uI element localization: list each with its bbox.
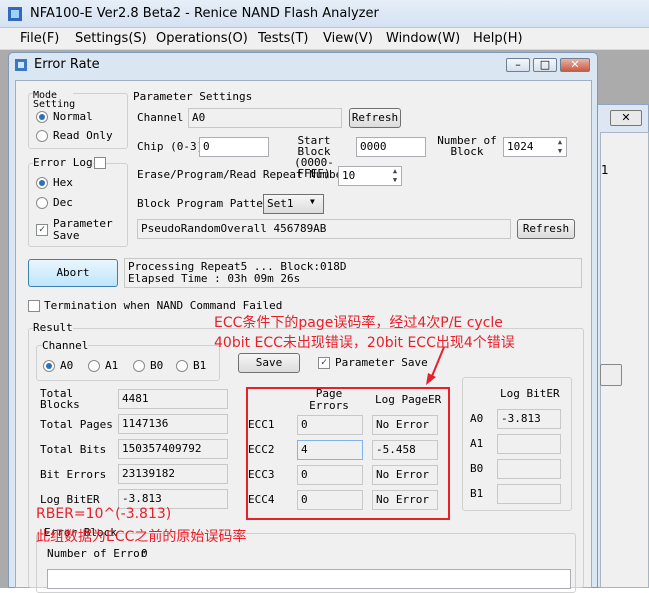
mode-normal-label: Normal <box>53 110 93 123</box>
termination-checkbox[interactable] <box>28 300 40 312</box>
menu-settings[interactable]: Settings(S) <box>75 31 147 46</box>
channel-b0-label: B0 <box>150 359 164 372</box>
biter-b1-field <box>497 484 561 504</box>
window-icon <box>15 59 27 71</box>
biter-a0-label: A0 <box>470 412 484 425</box>
background-window-text: 1 <box>601 163 609 177</box>
maximize-button[interactable]: □ <box>533 58 557 72</box>
total-blocks-label: Total Blocks <box>40 387 80 411</box>
status-elapsed-text: Elapsed Time : 03h 09m 26s <box>128 272 301 285</box>
menu-bar: File(F) Settings(S) Operations(O) Tests(… <box>0 28 649 50</box>
number-of-error-label: Number of Error <box>47 547 147 560</box>
annotation-bottom-line1: RBER=10^(-3.813) <box>36 506 172 522</box>
close-icon: ✕ <box>621 111 631 124</box>
hex-radio[interactable] <box>36 177 48 189</box>
app-title: NFA100-E Ver2.8 Beta2 - Renice NAND Flas… <box>30 6 379 21</box>
result-channel-label: Channel <box>42 339 89 352</box>
parameter-save-checkbox[interactable]: ✓ <box>36 224 48 236</box>
check-icon: ✓ <box>320 357 328 368</box>
channel-field[interactable]: A0 <box>188 108 342 128</box>
annotation-highlight-box <box>246 387 450 520</box>
chevron-down-icon: ▼ <box>310 197 315 206</box>
parameter-save-label: Parameter Save <box>53 217 113 242</box>
dec-label: Dec <box>53 196 73 209</box>
mode-normal-radio[interactable] <box>36 111 48 123</box>
bit-errors-label: Bit Errors <box>40 468 107 481</box>
close-button[interactable]: ✕ <box>560 58 590 72</box>
channel-a1-label: A1 <box>105 359 119 372</box>
error-log-label: Error Log <box>33 156 93 169</box>
chip-field[interactable]: 0 <box>199 137 269 157</box>
annotation-top-line2: 40bit ECC未出现错误，20bit ECC出现4个错误 <box>214 335 515 351</box>
check-icon: ✓ <box>38 224 46 235</box>
pattern-description-field: PseudoRandomOverall 456789AB <box>137 219 511 239</box>
mode-readonly-radio[interactable] <box>36 130 48 142</box>
biter-a1-field <box>497 434 561 454</box>
channel-a0-label: A0 <box>60 359 74 372</box>
channel-refresh-button[interactable]: Refresh <box>349 108 401 128</box>
channel-b1-radio[interactable] <box>176 360 188 372</box>
background-window-button[interactable] <box>600 364 622 386</box>
chip-label: Chip (0-3) <box>137 140 204 153</box>
dec-radio[interactable] <box>36 197 48 209</box>
minimize-icon: – <box>515 58 521 71</box>
parameter-settings-label: Parameter Settings <box>133 90 253 103</box>
pattern-refresh-button[interactable]: Refresh <box>517 219 575 239</box>
dialog-title: Error Rate <box>34 57 100 72</box>
menu-tests[interactable]: Tests(T) <box>258 31 308 46</box>
result-parameter-save-label: Parameter Save <box>335 356 428 369</box>
biter-a0-field: -3.813 <box>497 409 561 429</box>
background-window-content: 1 <box>600 132 649 588</box>
annotation-bottom-line2: 此组数据为ECC之前的原始误码率 <box>36 529 247 545</box>
channel-a1-radio[interactable] <box>88 360 100 372</box>
maximize-icon: □ <box>539 58 551 71</box>
menu-window[interactable]: Window(W) <box>386 31 460 46</box>
channel-b1-label: B1 <box>193 359 207 372</box>
total-bits-label: Total Bits <box>40 443 107 456</box>
error-block-list[interactable] <box>47 569 571 589</box>
biter-b0-label: B0 <box>470 462 484 475</box>
mode-group-label: Mode Setting <box>33 90 76 110</box>
bit-errors-field: 23139182 <box>118 464 228 484</box>
save-button[interactable]: Save <box>238 353 300 373</box>
repeat-number-spinner[interactable]: ▲ ▼ <box>389 167 401 185</box>
repeat-number-label: Erase/Program/Read Repeat Number <box>137 168 349 181</box>
result-label: Result <box>33 321 73 334</box>
biter-a1-label: A1 <box>470 437 484 450</box>
result-parameter-save-checkbox[interactable]: ✓ <box>318 357 330 369</box>
menu-operations[interactable]: Operations(O) <box>156 31 248 46</box>
abort-button[interactable]: Abort <box>28 259 118 287</box>
pattern-label: Block Program Pattern <box>137 197 277 210</box>
channel-a0-radio[interactable] <box>43 360 55 372</box>
background-window-close-button[interactable]: ✕ <box>610 110 642 126</box>
start-block-field[interactable]: 0000 <box>356 137 426 157</box>
status-box: Processing Repeat5 ... Block:018D Elapse… <box>124 258 582 288</box>
channel-b0-radio[interactable] <box>133 360 145 372</box>
menu-view[interactable]: View(V) <box>323 31 373 46</box>
hex-label: Hex <box>53 176 73 189</box>
annotation-top-line1: ECC条件下的page误码率，经过4次P/E cycle <box>214 315 503 331</box>
channel-biter-header: Log BitER <box>500 387 560 400</box>
termination-label: Termination when NAND Command Failed <box>44 299 283 312</box>
total-blocks-field: 4481 <box>118 389 228 409</box>
menu-file[interactable]: File(F) <box>20 31 59 46</box>
close-icon: ✕ <box>570 58 580 71</box>
total-pages-field: 1147136 <box>118 414 228 434</box>
number-of-block-spinner[interactable]: ▲ ▼ <box>554 138 566 156</box>
number-of-error-value: 0 <box>141 547 148 560</box>
log-biter-label: Log BitER <box>40 493 100 506</box>
minimize-button[interactable]: – <box>506 58 530 72</box>
app-icon <box>8 7 22 21</box>
biter-b1-label: B1 <box>470 487 484 500</box>
total-bits-field: 150357409792 <box>118 439 228 459</box>
menu-help[interactable]: Help(H) <box>473 31 523 46</box>
total-pages-label: Total Pages <box>40 418 113 431</box>
error-log-checkbox[interactable] <box>94 157 106 169</box>
mode-readonly-label: Read Only <box>53 129 113 142</box>
number-of-block-label: Number of Block <box>437 134 497 158</box>
channel-label: Channel <box>137 111 184 124</box>
biter-b0-field <box>497 459 561 479</box>
